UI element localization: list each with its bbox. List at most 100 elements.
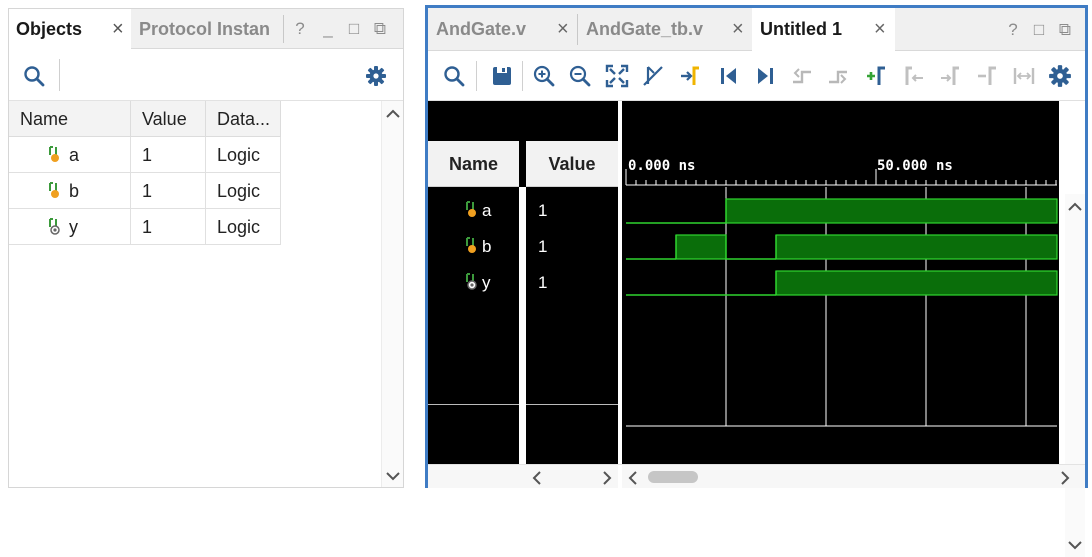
close-icon[interactable]: ×: [557, 8, 569, 51]
input-signal-icon: [49, 146, 59, 162]
name-cell: b: [9, 173, 131, 209]
signal-value: 1: [538, 273, 548, 292]
close-icon[interactable]: ×: [874, 8, 886, 51]
signal-value-column: Value 1 1 1: [526, 101, 618, 464]
signal-value: 1: [538, 201, 548, 220]
column-splitter[interactable]: [519, 187, 526, 464]
signal-name: y: [482, 273, 491, 292]
close-icon[interactable]: ×: [112, 9, 124, 49]
zoom-fit-icon[interactable]: [605, 64, 629, 88]
wave-high-segment: [775, 270, 1058, 296]
signal-value: 1: [538, 237, 548, 256]
scroll-thumb[interactable]: [648, 471, 698, 483]
tab-protocol-label: Protocol Instan: [139, 19, 271, 39]
scroll-left-icon[interactable]: [532, 471, 542, 485]
table-row[interactable]: a 1 Logic: [9, 137, 281, 173]
objects-toolbar: [9, 49, 403, 101]
go-to-end-icon[interactable]: [753, 64, 777, 88]
wave-high-segment: [675, 234, 727, 260]
swap-cursors-icon[interactable]: [1012, 64, 1036, 88]
search-icon[interactable]: [442, 64, 466, 88]
scroll-up-icon[interactable]: [386, 109, 400, 119]
output-signal-icon: [49, 218, 60, 235]
column-header-data-type[interactable]: Data...: [206, 101, 281, 137]
value-cell: 1: [131, 209, 206, 245]
toolbar-divider: [476, 61, 477, 91]
next-marker-icon[interactable]: [938, 64, 962, 88]
help-icon[interactable]: ?: [289, 9, 311, 49]
go-to-start-icon[interactable]: [717, 64, 741, 88]
previous-marker-icon[interactable]: [902, 64, 926, 88]
search-icon[interactable]: [23, 65, 45, 87]
scroll-left-icon[interactable]: [628, 471, 638, 485]
column-header-value[interactable]: Value: [131, 101, 206, 137]
scroll-splitter: [618, 465, 622, 489]
table-row[interactable]: b 1 Logic: [9, 173, 281, 209]
scroll-right-icon[interactable]: [602, 471, 612, 485]
tab-andgate-v[interactable]: AndGate.v ×: [428, 8, 577, 51]
table-row[interactable]: y 1 Logic: [9, 209, 281, 245]
minimize-icon[interactable]: _: [317, 9, 339, 49]
maximize-icon[interactable]: □: [1028, 8, 1050, 51]
time-label-50ns: 50.000 ns: [877, 158, 953, 174]
input-signal-icon: [466, 201, 476, 217]
signal-name: b: [482, 237, 492, 256]
help-icon[interactable]: ?: [1002, 8, 1024, 51]
tab-protocol-instances[interactable]: Protocol Instan: [132, 9, 282, 49]
data-type-cell: Logic: [206, 137, 281, 173]
value-cell: 1: [131, 173, 206, 209]
previous-transition-icon[interactable]: [790, 64, 814, 88]
tab-label: AndGate.v: [436, 19, 527, 39]
signal-name: y: [69, 217, 78, 237]
waveform-canvas[interactable]: 0.000 ns 50.000 ns: [622, 101, 1059, 464]
tab-divider: [283, 15, 284, 43]
signal-name: b: [69, 181, 80, 201]
wave-high-segment: [775, 234, 1058, 260]
toolbar-divider: [522, 61, 523, 91]
name-cell: a: [9, 137, 131, 173]
zoom-out-icon[interactable]: [568, 64, 592, 88]
column-header-value[interactable]: Value: [526, 141, 618, 187]
remove-marker-icon[interactable]: [975, 64, 999, 88]
add-marker-icon[interactable]: [678, 64, 702, 88]
save-icon[interactable]: [490, 64, 514, 88]
editor-tab-bar: AndGate.v × AndGate_tb.v × Untitled 1 × …: [428, 8, 1085, 51]
signal-name: a: [482, 201, 492, 220]
column-header-name[interactable]: Name: [9, 101, 131, 137]
close-icon[interactable]: ×: [732, 8, 744, 51]
tab-andgate-tb-v[interactable]: AndGate_tb.v ×: [578, 8, 751, 51]
maximize-icon[interactable]: □: [343, 9, 365, 49]
float-icon[interactable]: ⧉: [369, 9, 391, 49]
name-cell: y: [9, 209, 131, 245]
settings-icon[interactable]: [1048, 64, 1072, 88]
float-icon[interactable]: ⧉: [1054, 8, 1076, 51]
cursor-off-icon[interactable]: [641, 64, 665, 88]
signal-name: a: [69, 145, 80, 165]
tab-untitled-1[interactable]: Untitled 1 ×: [752, 8, 895, 51]
vertical-scrollbar[interactable]: [1065, 194, 1085, 557]
waveform-toolbar: [428, 51, 1085, 101]
name-divider: [428, 404, 519, 405]
column-header-name[interactable]: Name: [428, 141, 519, 187]
waveform-plot: [625, 169, 1058, 427]
tab-label: Untitled 1: [760, 19, 843, 39]
data-type-cell: Logic: [206, 209, 281, 245]
add-marker-plus-icon[interactable]: [864, 64, 888, 88]
gear-icon[interactable]: [365, 65, 387, 87]
scroll-down-icon[interactable]: [386, 471, 400, 481]
input-signal-icon: [49, 182, 59, 198]
input-signal-icon: [466, 237, 476, 253]
scroll-down-icon[interactable]: [1068, 540, 1082, 550]
value-divider: [526, 404, 618, 405]
tab-label: AndGate_tb.v: [586, 19, 704, 39]
zoom-in-icon[interactable]: [532, 64, 556, 88]
output-signal-icon: [466, 273, 477, 290]
scroll-right-icon[interactable]: [1060, 471, 1070, 485]
next-transition-icon[interactable]: [826, 64, 850, 88]
wave-high-segment: [725, 198, 1058, 224]
horizontal-scrollbar[interactable]: [428, 464, 1085, 489]
vertical-scrollbar[interactable]: [381, 101, 403, 487]
scroll-up-icon[interactable]: [1068, 202, 1082, 212]
waveform-panel: AndGate.v × AndGate_tb.v × Untitled 1 × …: [425, 5, 1088, 557]
tab-objects[interactable]: Objects ×: [9, 9, 131, 49]
